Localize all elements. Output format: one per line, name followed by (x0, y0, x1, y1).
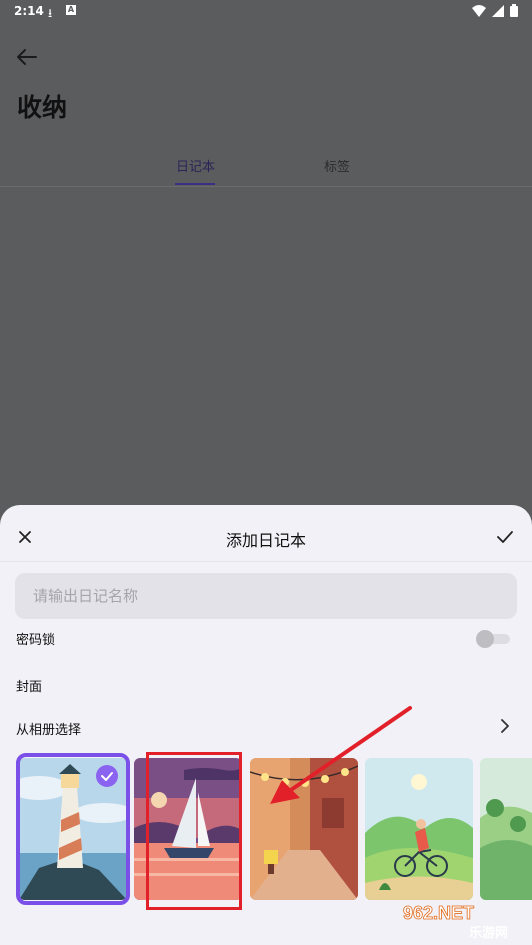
highlight-box (146, 752, 242, 910)
tab-diaries[interactable]: 日记本 (176, 156, 215, 175)
page-title: 收纳 (17, 93, 68, 122)
back-arrow-icon[interactable] (14, 44, 40, 70)
chevron-right-icon[interactable] (498, 718, 512, 734)
password-lock-toggle[interactable] (476, 630, 510, 648)
password-lock-label: 密码锁 (16, 633, 56, 648)
watermark-text: 962.NET (403, 903, 474, 923)
sheet-title: 添加日记本 (225, 531, 306, 550)
battery-icon (510, 4, 518, 17)
download-icon: ⭳ (48, 6, 53, 20)
status-bar: 2:14 ⭳ A (0, 0, 532, 24)
watermark-subtext: 乐游网 (469, 925, 508, 941)
cover-label: 封面 (16, 680, 43, 695)
choose-from-album-label[interactable]: 从相册选择 (16, 719, 81, 738)
arrow-annotation-icon (270, 706, 412, 804)
tab-tags[interactable]: 标签 (324, 156, 350, 175)
cover-green-hills[interactable] (480, 758, 532, 900)
status-time: 2:14 (14, 4, 44, 18)
check-icon[interactable] (494, 526, 516, 548)
tab-bar: 日记本 标签 (0, 150, 532, 187)
signal-icon (492, 4, 504, 17)
notification-app-icon: A (66, 5, 76, 15)
diary-name-input[interactable] (15, 573, 517, 619)
tab-indicator (175, 183, 215, 185)
sheet-header: 添加日记本 (0, 505, 532, 562)
selected-check-icon (96, 765, 118, 787)
wifi-icon (472, 4, 486, 17)
watermark-logo: 962.NET 乐游网 (403, 903, 508, 941)
